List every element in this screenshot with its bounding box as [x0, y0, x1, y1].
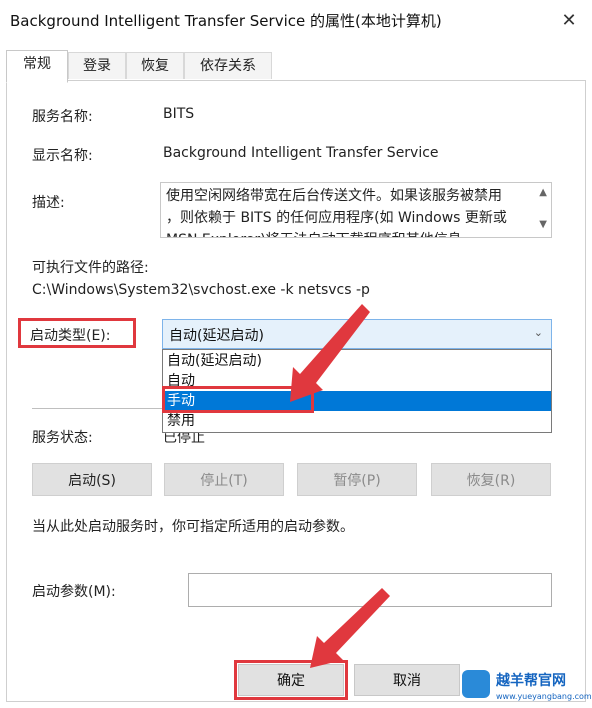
params-input[interactable] — [188, 573, 552, 607]
watermark: 越羊帮官网 www.yueyangbang.com — [462, 664, 592, 708]
description-line: 使用空闲网络带宽在后台传送文件。如果该服务被禁用 — [166, 188, 502, 204]
title-bar: Background Intelligent Transfer Service … — [0, 0, 592, 40]
service-name-label: 服务名称: — [32, 109, 93, 125]
option-disabled[interactable]: 禁用 — [163, 411, 551, 431]
service-name-value: BITS — [163, 106, 195, 122]
window-title: Background Intelligent Transfer Service … — [10, 12, 442, 30]
pause-button[interactable]: 暂停(P) — [297, 463, 417, 496]
watermark-text: 越羊帮官网 — [496, 673, 566, 689]
tab-general[interactable]: 常规 — [6, 50, 68, 83]
cancel-button[interactable]: 取消 — [354, 664, 460, 696]
stop-button[interactable]: 停止(T) — [164, 463, 284, 496]
hint-text: 当从此处启动服务时，你可指定所适用的启动参数。 — [32, 519, 354, 535]
option-highlight-box — [162, 386, 314, 413]
display-name-label: 显示名称: — [32, 148, 93, 164]
tab-logon[interactable]: 登录 — [68, 52, 126, 79]
startup-type-select[interactable]: 自动(延迟启动) ⌄ — [162, 319, 552, 349]
path-label: 可执行文件的路径: — [32, 260, 149, 276]
startup-type-selected: 自动(延迟启动) — [169, 328, 264, 344]
description-line: MSN Explorer)将无法自动下载程序和其他信息 — [166, 229, 526, 237]
ok-highlight-box — [234, 660, 348, 700]
display-name-value: Background Intelligent Transfer Service — [163, 145, 439, 161]
chevron-down-icon: ⌄ — [533, 326, 543, 339]
scroll-up-icon[interactable]: ▲ — [539, 187, 547, 198]
description-line: ，则依赖于 BITS 的任何应用程序(如 Windows 更新或 — [166, 210, 507, 226]
label-highlight-box — [18, 318, 136, 348]
description-box[interactable]: 使用空闲网络带宽在后台传送文件。如果该服务被禁用 ，则依赖于 BITS 的任何应… — [160, 182, 552, 238]
watermark-logo-icon — [462, 670, 490, 698]
service-status-label: 服务状态: — [32, 430, 93, 446]
description-label: 描述: — [32, 195, 65, 211]
close-icon[interactable]: ✕ — [546, 0, 592, 40]
params-label: 启动参数(M): — [32, 584, 116, 600]
tab-recovery[interactable]: 恢复 — [126, 52, 184, 79]
watermark-url: www.yueyangbang.com — [496, 692, 592, 701]
resume-button[interactable]: 恢复(R) — [431, 463, 551, 496]
start-button[interactable]: 启动(S) — [32, 463, 152, 496]
tab-dependencies[interactable]: 依存关系 — [184, 52, 272, 79]
option-auto-delayed[interactable]: 自动(延迟启动) — [163, 351, 551, 371]
scroll-down-icon[interactable]: ▼ — [539, 219, 547, 230]
path-value: C:\Windows\System32\svchost.exe -k netsv… — [32, 282, 370, 298]
description-text: 使用空闲网络带宽在后台传送文件。如果该服务被禁用 ，则依赖于 BITS 的任何应… — [166, 185, 526, 237]
